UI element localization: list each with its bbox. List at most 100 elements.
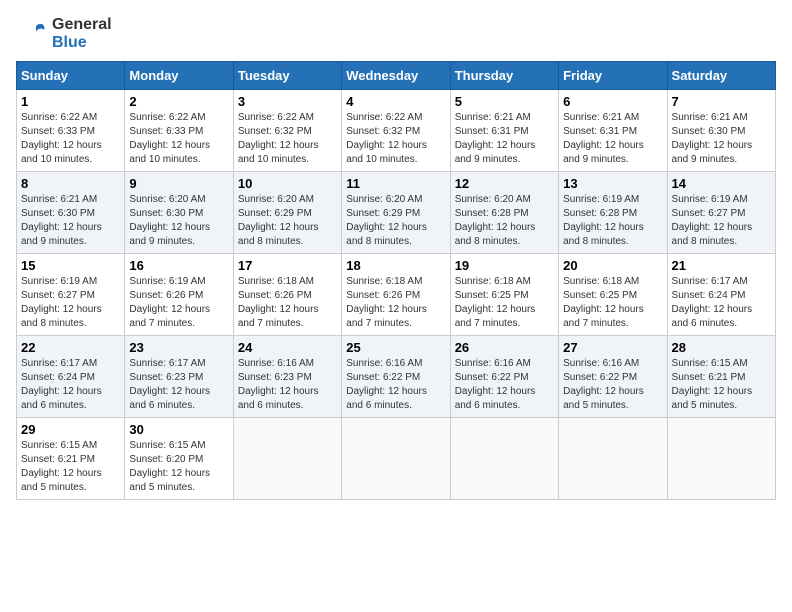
day-info: Sunrise: 6:22 AMSunset: 6:32 PMDaylight:… bbox=[346, 111, 445, 167]
day-number: 24 bbox=[238, 340, 337, 355]
logo: General Blue bbox=[16, 16, 112, 51]
calendar-cell: 21 Sunrise: 6:17 AMSunset: 6:24 PMDayligh… bbox=[667, 254, 775, 336]
calendar-cell: 26 Sunrise: 6:16 AMSunset: 6:22 PMDayligh… bbox=[450, 336, 558, 418]
day-number: 20 bbox=[563, 258, 662, 273]
day-info: Sunrise: 6:19 AMSunset: 6:27 PMDaylight:… bbox=[672, 193, 771, 249]
calendar-cell bbox=[450, 418, 558, 500]
day-info: Sunrise: 6:20 AMSunset: 6:29 PMDaylight:… bbox=[346, 193, 445, 249]
day-number: 6 bbox=[563, 94, 662, 109]
day-number: 27 bbox=[563, 340, 662, 355]
calendar-cell: 27 Sunrise: 6:16 AMSunset: 6:22 PMDayligh… bbox=[559, 336, 667, 418]
day-number: 29 bbox=[21, 422, 120, 437]
calendar-cell: 23 Sunrise: 6:17 AMSunset: 6:23 PMDayligh… bbox=[125, 336, 233, 418]
calendar-cell: 3Sunrise: 6:22 AMSunset: 6:32 PMDaylight… bbox=[233, 90, 341, 172]
calendar-cell: 16Sunrise: 6:19 AMSunset: 6:26 PMDayligh… bbox=[125, 254, 233, 336]
day-info: Sunrise: 6:22 AMSunset: 6:33 PMDaylight:… bbox=[21, 111, 120, 167]
day-info: Sunrise: 6:17 AMSunset: 6:24 PMDaylight:… bbox=[672, 275, 771, 331]
calendar-cell bbox=[667, 418, 775, 500]
calendar-cell: 5 Sunrise: 6:21 AMSunset: 6:31 PMDaylight… bbox=[450, 90, 558, 172]
header: General Blue bbox=[16, 16, 776, 51]
col-header-wednesday: Wednesday bbox=[342, 62, 450, 90]
day-number: 13 bbox=[563, 176, 662, 191]
day-info: Sunrise: 6:18 AMSunset: 6:26 PMDaylight:… bbox=[238, 275, 337, 331]
day-info: Sunrise: 6:17 AMSunset: 6:24 PMDaylight:… bbox=[21, 357, 120, 413]
day-number: 17 bbox=[238, 258, 337, 273]
col-header-tuesday: Tuesday bbox=[233, 62, 341, 90]
day-info: Sunrise: 6:18 AMSunset: 6:25 PMDaylight:… bbox=[455, 275, 554, 331]
day-info: Sunrise: 6:16 AMSunset: 6:22 PMDaylight:… bbox=[455, 357, 554, 413]
day-info: Sunrise: 6:22 AMSunset: 6:33 PMDaylight:… bbox=[129, 111, 228, 167]
day-number: 15 bbox=[21, 258, 120, 273]
day-info: Sunrise: 6:16 AMSunset: 6:22 PMDaylight:… bbox=[346, 357, 445, 413]
calendar-cell: 6 Sunrise: 6:21 AMSunset: 6:31 PMDaylight… bbox=[559, 90, 667, 172]
day-info: Sunrise: 6:15 AMSunset: 6:21 PMDaylight:… bbox=[672, 357, 771, 413]
calendar-cell: 7Sunrise: 6:21 AMSunset: 6:30 PMDaylight… bbox=[667, 90, 775, 172]
day-number: 26 bbox=[455, 340, 554, 355]
logo-general: General bbox=[52, 16, 112, 33]
day-number: 25 bbox=[346, 340, 445, 355]
calendar-cell: 14 Sunrise: 6:19 AMSunset: 6:27 PMDayligh… bbox=[667, 172, 775, 254]
calendar-cell: 4 Sunrise: 6:22 AMSunset: 6:32 PMDaylight… bbox=[342, 90, 450, 172]
day-number: 22 bbox=[21, 340, 120, 355]
day-info: Sunrise: 6:20 AMSunset: 6:29 PMDaylight:… bbox=[238, 193, 337, 249]
day-number: 12 bbox=[455, 176, 554, 191]
day-info: Sunrise: 6:19 AMSunset: 6:28 PMDaylight:… bbox=[563, 193, 662, 249]
col-header-saturday: Saturday bbox=[667, 62, 775, 90]
day-number: 14 bbox=[672, 176, 771, 191]
calendar-cell: 13 Sunrise: 6:19 AMSunset: 6:28 PMDayligh… bbox=[559, 172, 667, 254]
day-info: Sunrise: 6:21 AMSunset: 6:31 PMDaylight:… bbox=[563, 111, 662, 167]
calendar-cell: 10 Sunrise: 6:20 AMSunset: 6:29 PMDayligh… bbox=[233, 172, 341, 254]
calendar-cell: 30Sunrise: 6:15 AMSunset: 6:20 PMDayligh… bbox=[125, 418, 233, 500]
day-number: 23 bbox=[129, 340, 228, 355]
day-number: 4 bbox=[346, 94, 445, 109]
calendar-cell: 8 Sunrise: 6:21 AMSunset: 6:30 PMDaylight… bbox=[17, 172, 125, 254]
day-info: Sunrise: 6:20 AMSunset: 6:28 PMDaylight:… bbox=[455, 193, 554, 249]
calendar-cell: 15 Sunrise: 6:19 AMSunset: 6:27 PMDayligh… bbox=[17, 254, 125, 336]
calendar-cell: 28 Sunrise: 6:15 AMSunset: 6:21 PMDayligh… bbox=[667, 336, 775, 418]
day-number: 21 bbox=[672, 258, 771, 273]
calendar-cell: 19 Sunrise: 6:18 AMSunset: 6:25 PMDayligh… bbox=[450, 254, 558, 336]
col-header-sunday: Sunday bbox=[17, 62, 125, 90]
calendar-cell: 12 Sunrise: 6:20 AMSunset: 6:28 PMDayligh… bbox=[450, 172, 558, 254]
calendar-cell bbox=[342, 418, 450, 500]
day-number: 19 bbox=[455, 258, 554, 273]
calendar-cell: 11 Sunrise: 6:20 AMSunset: 6:29 PMDayligh… bbox=[342, 172, 450, 254]
day-number: 28 bbox=[672, 340, 771, 355]
calendar-cell bbox=[559, 418, 667, 500]
day-info: Sunrise: 6:18 AMSunset: 6:25 PMDaylight:… bbox=[563, 275, 662, 331]
day-info: Sunrise: 6:16 AMSunset: 6:23 PMDaylight:… bbox=[238, 357, 337, 413]
calendar-cell: 25 Sunrise: 6:16 AMSunset: 6:22 PMDayligh… bbox=[342, 336, 450, 418]
calendar-cell: 17 Sunrise: 6:18 AMSunset: 6:26 PMDayligh… bbox=[233, 254, 341, 336]
calendar-cell bbox=[233, 418, 341, 500]
calendar-header: SundayMondayTuesdayWednesdayThursdayFrid… bbox=[17, 62, 776, 90]
calendar-cell: 22 Sunrise: 6:17 AMSunset: 6:24 PMDayligh… bbox=[17, 336, 125, 418]
day-info: Sunrise: 6:21 AMSunset: 6:31 PMDaylight:… bbox=[455, 111, 554, 167]
calendar-cell: 24 Sunrise: 6:16 AMSunset: 6:23 PMDayligh… bbox=[233, 336, 341, 418]
logo-bird-icon bbox=[16, 18, 48, 50]
logo-container: General Blue bbox=[16, 16, 112, 51]
day-info: Sunrise: 6:17 AMSunset: 6:23 PMDaylight:… bbox=[129, 357, 228, 413]
day-info: Sunrise: 6:22 AMSunset: 6:32 PMDaylight:… bbox=[238, 111, 337, 167]
day-number: 5 bbox=[455, 94, 554, 109]
day-info: Sunrise: 6:19 AMSunset: 6:27 PMDaylight:… bbox=[21, 275, 120, 331]
logo-blue: Blue bbox=[52, 34, 87, 51]
day-number: 2 bbox=[129, 94, 228, 109]
day-number: 11 bbox=[346, 176, 445, 191]
day-number: 18 bbox=[346, 258, 445, 273]
calendar-cell: 20 Sunrise: 6:18 AMSunset: 6:25 PMDayligh… bbox=[559, 254, 667, 336]
calendar-cell: 29 Sunrise: 6:15 AMSunset: 6:21 PMDayligh… bbox=[17, 418, 125, 500]
day-info: Sunrise: 6:20 AMSunset: 6:30 PMDaylight:… bbox=[129, 193, 228, 249]
calendar-cell: 2 Sunrise: 6:22 AMSunset: 6:33 PMDaylight… bbox=[125, 90, 233, 172]
day-info: Sunrise: 6:15 AMSunset: 6:21 PMDaylight:… bbox=[21, 439, 120, 495]
day-number: 8 bbox=[21, 176, 120, 191]
calendar-cell: 18 Sunrise: 6:18 AMSunset: 6:26 PMDayligh… bbox=[342, 254, 450, 336]
col-header-monday: Monday bbox=[125, 62, 233, 90]
day-number: 30 bbox=[129, 422, 228, 437]
day-info: Sunrise: 6:16 AMSunset: 6:22 PMDaylight:… bbox=[563, 357, 662, 413]
day-info: Sunrise: 6:21 AMSunset: 6:30 PMDaylight:… bbox=[21, 193, 120, 249]
calendar-table: SundayMondayTuesdayWednesdayThursdayFrid… bbox=[16, 61, 776, 500]
day-number: 10 bbox=[238, 176, 337, 191]
col-header-friday: Friday bbox=[559, 62, 667, 90]
day-info: Sunrise: 6:21 AMSunset: 6:30 PMDaylight:… bbox=[672, 111, 771, 167]
day-info: Sunrise: 6:18 AMSunset: 6:26 PMDaylight:… bbox=[346, 275, 445, 331]
